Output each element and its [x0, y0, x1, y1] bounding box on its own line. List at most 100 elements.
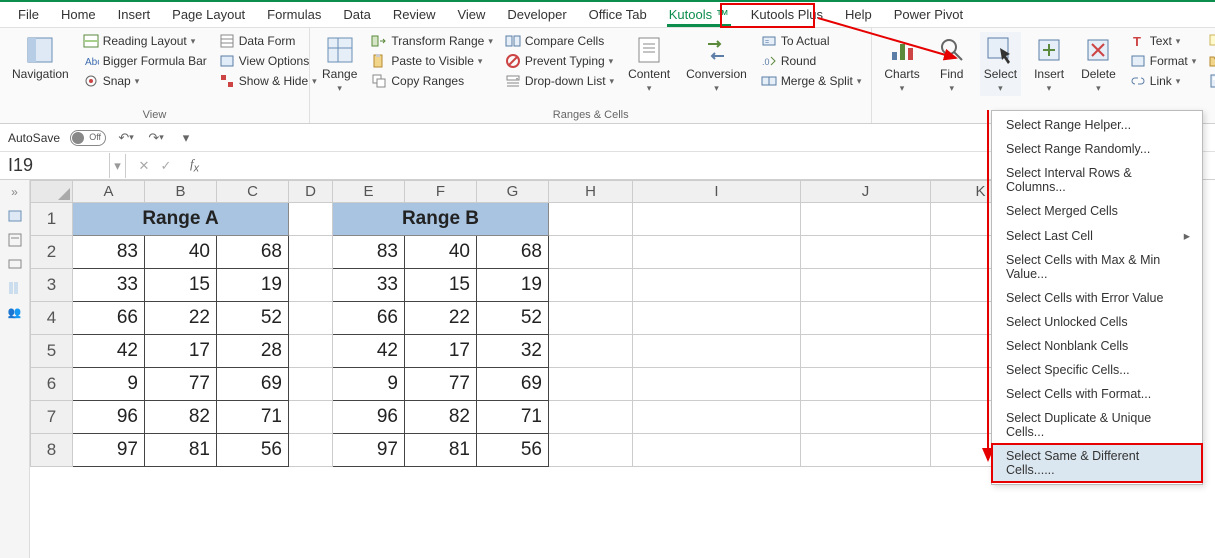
cell[interactable]: 17 [145, 335, 217, 368]
reading-layout-button[interactable]: Reading Layout [81, 32, 209, 50]
tab-insert[interactable]: Insert [108, 3, 161, 26]
col-header-F[interactable]: F [405, 181, 477, 203]
tab-file[interactable]: File [8, 3, 49, 26]
tab-review[interactable]: Review [383, 3, 446, 26]
cell[interactable] [633, 236, 801, 269]
cell[interactable]: 42 [73, 335, 145, 368]
cancel-formula-icon[interactable]: ✕ [136, 158, 152, 174]
conversion-button[interactable]: Conversion▾ [682, 32, 751, 96]
cell[interactable] [549, 236, 633, 269]
cell[interactable]: 40 [145, 236, 217, 269]
cell[interactable]: 77 [145, 368, 217, 401]
col-header-I[interactable]: I [633, 181, 801, 203]
calc-button[interactable]: Calcu [1206, 72, 1215, 90]
cell[interactable]: 52 [477, 302, 549, 335]
select-menu-item[interactable]: Select Merged Cells [992, 199, 1202, 223]
navigation-button[interactable]: Navigation [8, 32, 73, 83]
cell[interactable]: 9 [73, 368, 145, 401]
select-menu-item[interactable]: Select Same & Different Cells...... [992, 444, 1202, 482]
tab-home[interactable]: Home [51, 3, 106, 26]
fx-icon[interactable]: fx [184, 156, 205, 175]
select-menu-item[interactable]: Select Cells with Error Value [992, 286, 1202, 310]
cell[interactable] [549, 335, 633, 368]
cell[interactable] [633, 335, 801, 368]
cell[interactable]: Range A [73, 203, 289, 236]
cell[interactable]: 96 [73, 401, 145, 434]
cell[interactable] [633, 434, 801, 467]
select-menu-item[interactable]: Select Last Cell▸ [992, 223, 1202, 248]
col-header-D[interactable]: D [289, 181, 333, 203]
name-box[interactable]: I19 [0, 153, 110, 178]
cell[interactable] [633, 368, 801, 401]
cell[interactable]: 22 [405, 302, 477, 335]
paste-visible-button[interactable]: Paste to Visible [369, 52, 494, 70]
merge-split-button[interactable]: Merge & Split [759, 72, 864, 90]
open-button[interactable]: Open [1206, 52, 1215, 70]
tab-power-pivot[interactable]: Power Pivot [884, 3, 973, 26]
to-actual-button[interactable]: =To Actual [759, 32, 864, 50]
cell[interactable] [289, 302, 333, 335]
select-menu-item[interactable]: Select Unlocked Cells [992, 310, 1202, 334]
format-button[interactable]: Format [1128, 52, 1199, 70]
select-menu-item[interactable]: Select Specific Cells... [992, 358, 1202, 382]
row-header-1[interactable]: 1 [31, 203, 73, 236]
cell[interactable] [549, 368, 633, 401]
col-header-J[interactable]: J [801, 181, 931, 203]
cell[interactable]: 19 [217, 269, 289, 302]
row-header-3[interactable]: 3 [31, 269, 73, 302]
cell[interactable]: 28 [217, 335, 289, 368]
view-options-button[interactable]: View Options [217, 52, 319, 70]
tab-formulas[interactable]: Formulas [257, 3, 331, 26]
cell[interactable] [549, 434, 633, 467]
snap-button[interactable]: Snap [81, 72, 209, 90]
insert-button[interactable]: Insert▾ [1029, 32, 1069, 96]
cell[interactable] [801, 236, 931, 269]
select-button[interactable]: Select▾ [980, 32, 1021, 96]
sidepanel-column-icon[interactable] [6, 280, 24, 296]
select-menu-item[interactable]: Select Cells with Format... [992, 382, 1202, 406]
cell[interactable]: 71 [217, 401, 289, 434]
cell[interactable]: 97 [333, 434, 405, 467]
sidepanel-name-icon[interactable] [6, 256, 24, 272]
row-header-6[interactable]: 6 [31, 368, 73, 401]
sidepanel-findreplace-icon[interactable]: 👥 [6, 304, 24, 320]
cell[interactable]: 83 [73, 236, 145, 269]
select-menu-item[interactable]: Select Duplicate & Unique Cells... [992, 406, 1202, 444]
spreadsheet-grid[interactable]: A B C D E F G H I J K 1Range ARange B283… [30, 180, 1031, 467]
cell[interactable] [549, 302, 633, 335]
qat-customize[interactable]: ▾ [176, 128, 196, 148]
sidepanel-workbook-icon[interactable] [6, 208, 24, 224]
cell[interactable]: 68 [477, 236, 549, 269]
cell[interactable]: 33 [333, 269, 405, 302]
cell[interactable]: 15 [145, 269, 217, 302]
tab-office-tab[interactable]: Office Tab [579, 3, 657, 26]
cell[interactable] [801, 302, 931, 335]
row-header-5[interactable]: 5 [31, 335, 73, 368]
cell[interactable]: 69 [217, 368, 289, 401]
bigger-formula-button[interactable]: AbcBigger Formula Bar [81, 52, 209, 70]
select-menu-item[interactable]: Select Cells with Max & Min Value... [992, 248, 1202, 286]
col-header-H[interactable]: H [549, 181, 633, 203]
cell[interactable]: 83 [333, 236, 405, 269]
delete-button[interactable]: Delete▾ [1077, 32, 1120, 96]
cell[interactable]: 42 [333, 335, 405, 368]
cell[interactable]: 17 [405, 335, 477, 368]
tab-page-layout[interactable]: Page Layout [162, 3, 255, 26]
range-button[interactable]: Range▾ [318, 32, 361, 96]
cell[interactable]: 68 [217, 236, 289, 269]
cell[interactable]: 81 [145, 434, 217, 467]
cell[interactable]: 33 [73, 269, 145, 302]
col-header-E[interactable]: E [333, 181, 405, 203]
cell[interactable]: 66 [73, 302, 145, 335]
cell[interactable] [633, 401, 801, 434]
row-header-4[interactable]: 4 [31, 302, 73, 335]
cell[interactable] [801, 434, 931, 467]
cell[interactable] [633, 203, 801, 236]
redo-button[interactable]: ↷▾ [146, 128, 166, 148]
tab-kutools-plus[interactable]: Kutools Plus [741, 3, 833, 26]
cell[interactable] [801, 269, 931, 302]
cell[interactable]: 56 [477, 434, 549, 467]
copy-ranges-button[interactable]: Copy Ranges [369, 72, 494, 90]
cell[interactable]: 9 [333, 368, 405, 401]
cell[interactable]: Range B [333, 203, 549, 236]
